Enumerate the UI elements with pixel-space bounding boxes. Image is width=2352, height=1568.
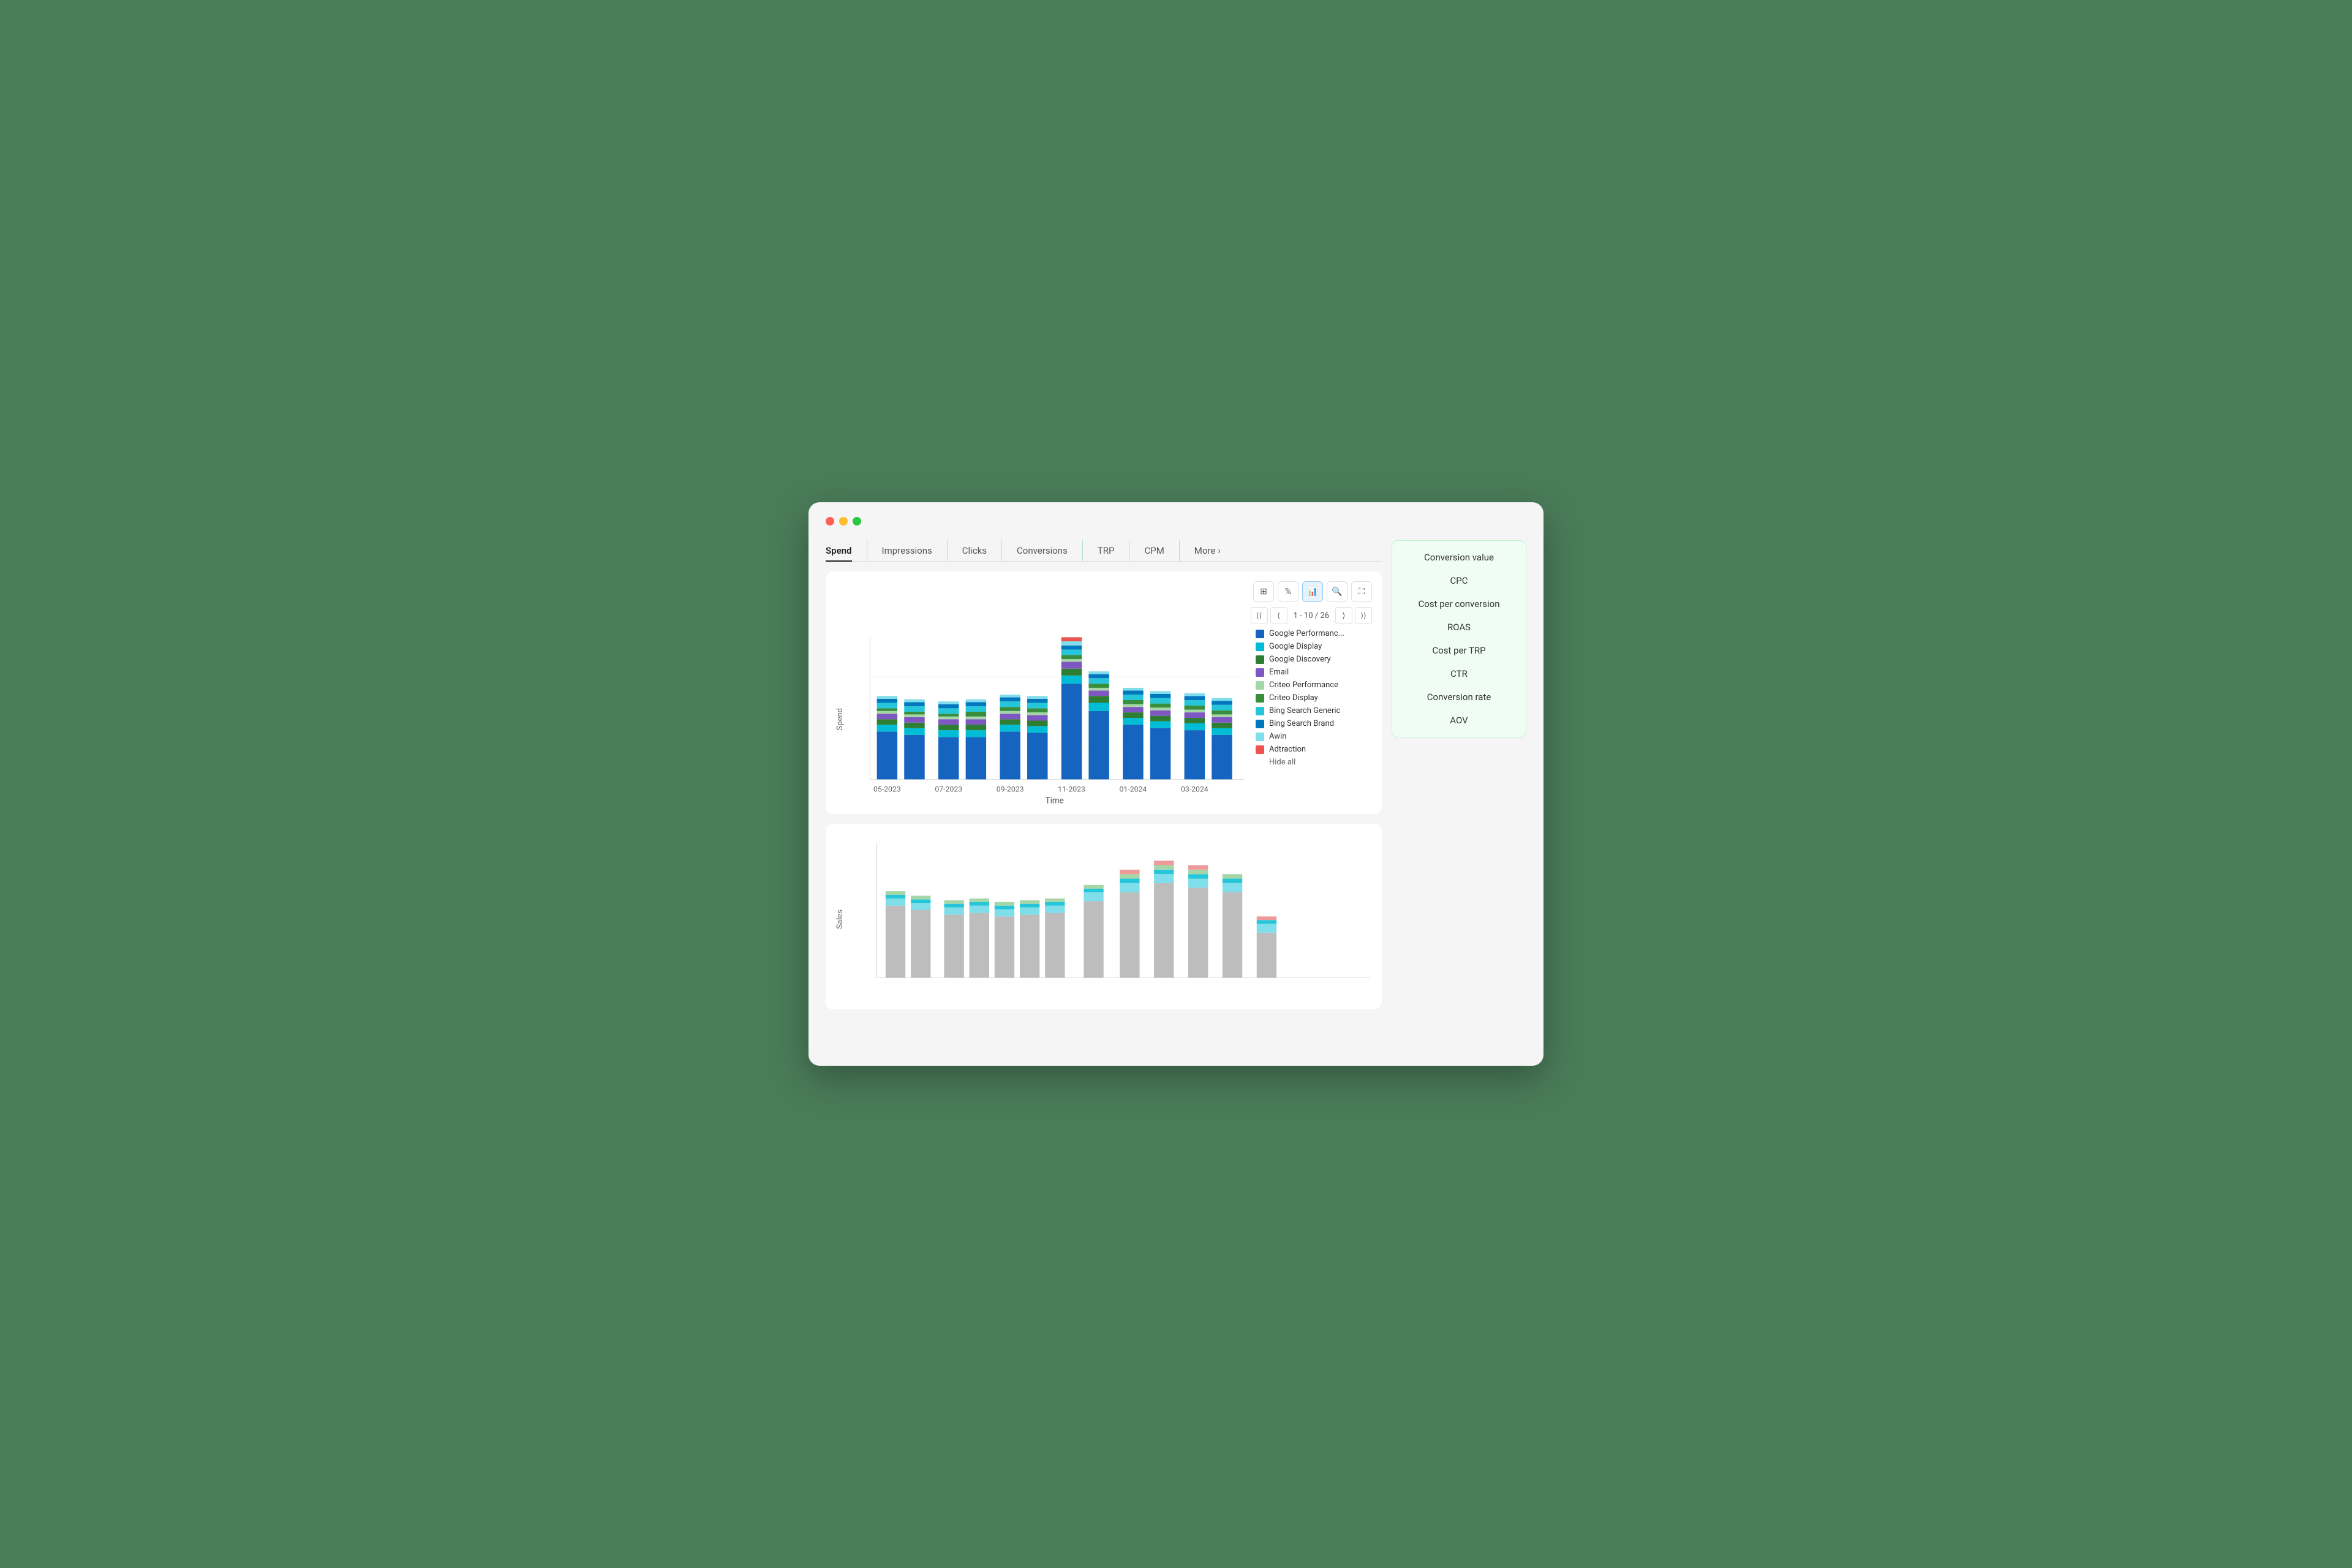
tab-spend[interactable]: Spend <box>826 540 867 561</box>
tabs-bar: Spend Impressions Clicks Conversions TRP… <box>826 540 1382 562</box>
percent-view-button[interactable]: % <box>1278 581 1298 602</box>
tab-impressions[interactable]: Impressions <box>882 540 948 561</box>
dropdown-item-roas[interactable]: ROAS <box>1392 616 1526 639</box>
main-window: Spend Impressions Clicks Conversions TRP… <box>809 502 1544 1066</box>
legend-label-google-performance: Google Performanc... <box>1269 629 1344 638</box>
legend-item-google-performance[interactable]: Google Performanc... <box>1256 629 1372 638</box>
pagination: ⟨⟨ ⟨ 1 - 10 / 26 ⟩ ⟩⟩ <box>835 607 1372 624</box>
metrics-dropdown: Conversion value CPC Cost per conversion… <box>1392 540 1526 737</box>
svg-text:11-2023: 11-2023 <box>1058 785 1085 793</box>
chart-wrapper: Spend <box>835 629 1246 809</box>
bottom-y-axis-label: Sales <box>835 910 845 929</box>
bottom-chart-with-label: Sales <box>835 834 1372 1005</box>
legend-item-awin[interactable]: Awin <box>1256 732 1372 741</box>
zoom-button[interactable]: 🔍 <box>1327 581 1348 602</box>
legend-label-bing-search-generic: Bing Search Generic <box>1269 706 1340 715</box>
dropdown-item-ctr[interactable]: CTR <box>1392 662 1526 685</box>
legend-label-google-discovery: Google Discovery <box>1269 655 1331 664</box>
legend-color-awin <box>1256 733 1264 741</box>
table-view-button[interactable]: ⊞ <box>1253 581 1274 602</box>
tab-trp[interactable]: TRP <box>1098 540 1130 561</box>
tab-clicks[interactable]: Clicks <box>962 540 1002 561</box>
bar-chart-area: 05-2023 07-2023 09-2023 11-2023 01-2024 … <box>850 629 1246 809</box>
first-page-button[interactable]: ⟨⟨ <box>1251 607 1268 624</box>
legend-color-bing-search-generic <box>1256 707 1264 715</box>
legend-hide-all-button[interactable]: Hide all <box>1256 758 1372 767</box>
bottom-chart-section: Sales <box>826 824 1382 1009</box>
next-page-button[interactable]: ⟩ <box>1335 607 1352 624</box>
dropdown-item-cost-per-trp[interactable]: Cost per TRP <box>1392 639 1526 662</box>
legend-item-google-discovery[interactable]: Google Discovery <box>1256 655 1372 664</box>
chart-toolbar: ⊞ % 📊 🔍 ⛶ <box>835 581 1372 602</box>
last-page-button[interactable]: ⟩⟩ <box>1355 607 1372 624</box>
svg-text:09-2023: 09-2023 <box>997 785 1024 793</box>
right-panel: Conversion value CPC Cost per conversion… <box>1392 540 1526 1009</box>
svg-text:03-2024: 03-2024 <box>1181 785 1208 793</box>
top-chart-section: ⊞ % 📊 🔍 ⛶ ⟨⟨ ⟨ 1 - 10 / 26 ⟩ ⟩⟩ <box>826 571 1382 814</box>
chart-with-y-label: Spend <box>835 629 1246 809</box>
legend-item-criteo-display[interactable]: Criteo Display <box>1256 693 1372 703</box>
legend-color-adtraction <box>1256 745 1264 754</box>
chart-legend: Google Performanc... Google Display Goog… <box>1256 629 1372 767</box>
dropdown-item-conversion-rate[interactable]: Conversion rate <box>1392 685 1526 709</box>
legend-color-criteo-display <box>1256 694 1264 703</box>
legend-color-google-display <box>1256 643 1264 651</box>
svg-text:Time: Time <box>1046 796 1064 805</box>
prev-page-button[interactable]: ⟨ <box>1270 607 1287 624</box>
legend-color-bing-search-brand <box>1256 720 1264 728</box>
chart-view-button[interactable]: 📊 <box>1302 581 1323 602</box>
close-button[interactable] <box>826 517 834 526</box>
titlebar <box>826 517 1526 526</box>
legend-color-email <box>1256 668 1264 677</box>
fullscreen-button[interactable]: ⛶ <box>1351 581 1372 602</box>
chart-and-legend: Spend <box>835 629 1372 809</box>
top-bar-chart: 05-2023 07-2023 09-2023 11-2023 01-2024 … <box>850 629 1246 807</box>
legend-label-criteo-performance: Criteo Performance <box>1269 680 1338 690</box>
dropdown-item-cpc[interactable]: CPC <box>1392 569 1526 592</box>
legend-label-google-display: Google Display <box>1269 642 1322 651</box>
legend-label-awin: Awin <box>1269 732 1286 741</box>
y-axis-label: Spend <box>835 708 845 730</box>
dropdown-item-aov[interactable]: AOV <box>1392 709 1526 732</box>
tab-conversions[interactable]: Conversions <box>1017 540 1083 561</box>
legend-item-criteo-performance[interactable]: Criteo Performance <box>1256 680 1372 690</box>
legend-item-google-display[interactable]: Google Display <box>1256 642 1372 651</box>
legend-label-bing-search-brand: Bing Search Brand <box>1269 719 1334 728</box>
legend-color-google-performance <box>1256 630 1264 638</box>
dropdown-item-cost-per-conversion[interactable]: Cost per conversion <box>1392 592 1526 616</box>
legend-label-adtraction: Adtraction <box>1269 745 1306 754</box>
page-info: 1 - 10 / 26 <box>1290 611 1333 620</box>
minimize-button[interactable] <box>839 517 848 526</box>
legend-label-email: Email <box>1269 668 1289 677</box>
legend-color-google-discovery <box>1256 655 1264 664</box>
tab-more[interactable]: More › <box>1194 540 1235 561</box>
legend-item-adtraction[interactable]: Adtraction <box>1256 745 1372 754</box>
legend-color-criteo-performance <box>1256 681 1264 690</box>
svg-text:05-2023: 05-2023 <box>873 785 901 793</box>
svg-text:01-2024: 01-2024 <box>1120 785 1147 793</box>
legend-item-bing-search-generic[interactable]: Bing Search Generic <box>1256 706 1372 715</box>
legend-item-bing-search-brand[interactable]: Bing Search Brand <box>1256 719 1372 728</box>
legend-item-email[interactable]: Email <box>1256 668 1372 677</box>
bottom-bar-chart <box>850 834 1372 1005</box>
legend-label-criteo-display: Criteo Display <box>1269 693 1318 703</box>
svg-text:07-2023: 07-2023 <box>935 785 962 793</box>
dropdown-item-conversion-value[interactable]: Conversion value <box>1392 546 1526 569</box>
tab-cpm[interactable]: CPM <box>1144 540 1179 561</box>
left-panel: Spend Impressions Clicks Conversions TRP… <box>826 540 1382 1009</box>
chevron-right-icon: › <box>1218 545 1221 556</box>
maximize-button[interactable] <box>853 517 861 526</box>
main-content: Spend Impressions Clicks Conversions TRP… <box>826 540 1526 1009</box>
